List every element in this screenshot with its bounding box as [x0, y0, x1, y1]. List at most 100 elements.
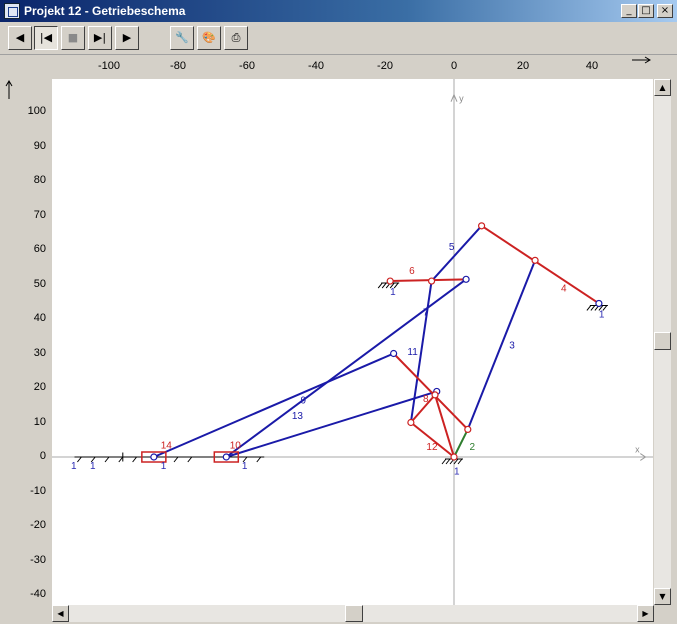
mechanism-canvas[interactable]: x y 1 1 1 1 1 1 1 2 3 4 5 6 7 8 9 10 11 12 13 14	[52, 79, 653, 605]
y-axis-label: y	[459, 94, 464, 104]
link-13b	[226, 390, 438, 458]
y-ruler-label: 100	[27, 105, 46, 117]
link-label: 1	[454, 466, 460, 477]
colors-palette-button[interactable]: 🎨	[197, 26, 221, 50]
x-ruler-label: -100	[97, 60, 121, 72]
jump-end-button[interactable]: ▶|	[88, 26, 112, 50]
link-label: 12	[426, 442, 438, 453]
vertical-scrollbar[interactable]: ▲ ▼	[654, 79, 671, 605]
y-ruler-label: 70	[33, 208, 46, 221]
joint	[222, 453, 230, 461]
joint	[431, 391, 439, 399]
ground-G4-hatch	[590, 305, 596, 311]
y-ruler-label: -10	[30, 484, 46, 497]
link-label: 1	[90, 461, 96, 472]
joint	[464, 425, 472, 433]
y-ruler-label: 10	[33, 415, 46, 428]
x-axis-label: x	[635, 445, 640, 455]
x-ruler-label: -80	[170, 60, 186, 72]
minimize-button[interactable]: _	[621, 4, 637, 18]
x-ruler-label: -60	[239, 60, 255, 72]
ground-G6-hatch	[381, 282, 387, 289]
settings-wrench-button[interactable]: 🔧	[170, 26, 194, 50]
jump-start-button[interactable]: |◀	[34, 26, 58, 50]
link-label: 14	[161, 440, 173, 451]
toolbar: ◀ |◀ ■ ▶| ▶ 🔧 🎨 ⎙	[0, 22, 677, 55]
slider-ground-hatch	[256, 456, 262, 463]
joint	[407, 418, 415, 427]
link-5	[430, 225, 483, 282]
link-label: 8	[423, 394, 429, 405]
play-button[interactable]: ▶	[115, 26, 139, 50]
y-ruler-label: 40	[33, 312, 46, 324]
link-label: 1	[242, 461, 248, 472]
scroll-up-button[interactable]: ▲	[654, 79, 671, 96]
link-label: 5	[449, 242, 455, 253]
link-label: 10	[230, 440, 242, 451]
link-3	[466, 259, 537, 430]
joint	[531, 256, 539, 264]
link-label: 1	[71, 461, 77, 472]
ground-G6-hatch	[377, 282, 383, 289]
slider-ground-hatch	[118, 456, 124, 463]
ground-O-hatch	[457, 458, 463, 465]
y-ruler-label: -30	[30, 553, 46, 566]
link-label: 1	[599, 309, 605, 320]
joint	[390, 349, 398, 358]
slider-ground-hatch	[173, 456, 179, 463]
y-ruler-label: 20	[33, 381, 46, 393]
step-back-button[interactable]: ◀	[8, 26, 32, 50]
app-icon	[4, 3, 20, 19]
scroll-left-button[interactable]: ◀	[52, 605, 69, 622]
ground-O-hatch	[441, 458, 447, 465]
x-ruler-label: 20	[516, 60, 530, 72]
joint	[462, 275, 470, 283]
ground-O-hatch	[445, 458, 451, 465]
link-label: 6	[409, 266, 415, 277]
joint	[595, 299, 603, 308]
drawing-area: -100 -80 -60 -40 -20 0 20 40 100 90 80 70 60 50 40 30 2…	[0, 55, 677, 624]
link-label: 7	[423, 308, 429, 319]
print-button[interactable]: ⎙	[224, 26, 248, 50]
x-ruler-label: -20	[377, 60, 393, 72]
mechanism-diagram: xy1 1 1 1111234567891011121314	[52, 79, 653, 605]
window-title: Projekt 12 - Getriebeschema	[24, 4, 186, 18]
link-label: 2	[470, 442, 476, 453]
y-ruler-label: 0	[39, 450, 46, 462]
link-label: 1	[161, 461, 167, 472]
slider-ground-hatch	[104, 456, 110, 463]
link-2	[453, 428, 469, 458]
horizontal-scroll-thumb[interactable]	[345, 605, 363, 622]
slider-ground-hatch	[77, 456, 82, 463]
title-bar: Projekt 12 - Getriebeschema _ □ ×	[0, 0, 677, 22]
link-label: 11	[407, 347, 418, 358]
close-button[interactable]: ×	[657, 4, 673, 18]
scroll-down-button[interactable]: ▼	[654, 588, 671, 605]
slider-ground-hatch	[187, 456, 193, 463]
slider-ground-hatch	[132, 456, 137, 463]
link-label: 9	[300, 396, 306, 407]
joint	[386, 277, 394, 285]
link-9	[225, 278, 467, 458]
link-8	[392, 352, 469, 431]
link-label: 13	[292, 411, 304, 422]
link-label: 4	[561, 283, 567, 294]
link-label: 1	[390, 287, 396, 298]
y-ruler-label: 80	[33, 174, 46, 186]
y-ruler-label: -20	[30, 519, 46, 531]
y-ruler-label: -40	[30, 588, 46, 600]
stop-button[interactable]: ■	[61, 26, 85, 50]
joint	[427, 277, 436, 285]
y-ruler-label: 60	[33, 243, 46, 255]
joint	[150, 453, 158, 461]
vertical-scroll-thumb[interactable]	[654, 332, 671, 350]
horizontal-scrollbar[interactable]: ◀ ▶	[52, 605, 654, 622]
link-4	[481, 225, 600, 305]
x-ruler-label: 0	[450, 60, 458, 72]
joint	[478, 222, 486, 230]
maximize-button[interactable]: □	[638, 4, 654, 18]
link-label: 3	[509, 340, 515, 351]
scroll-right-button[interactable]: ▶	[637, 605, 654, 622]
y-ruler-label: 90	[33, 139, 46, 152]
joint	[450, 453, 458, 461]
